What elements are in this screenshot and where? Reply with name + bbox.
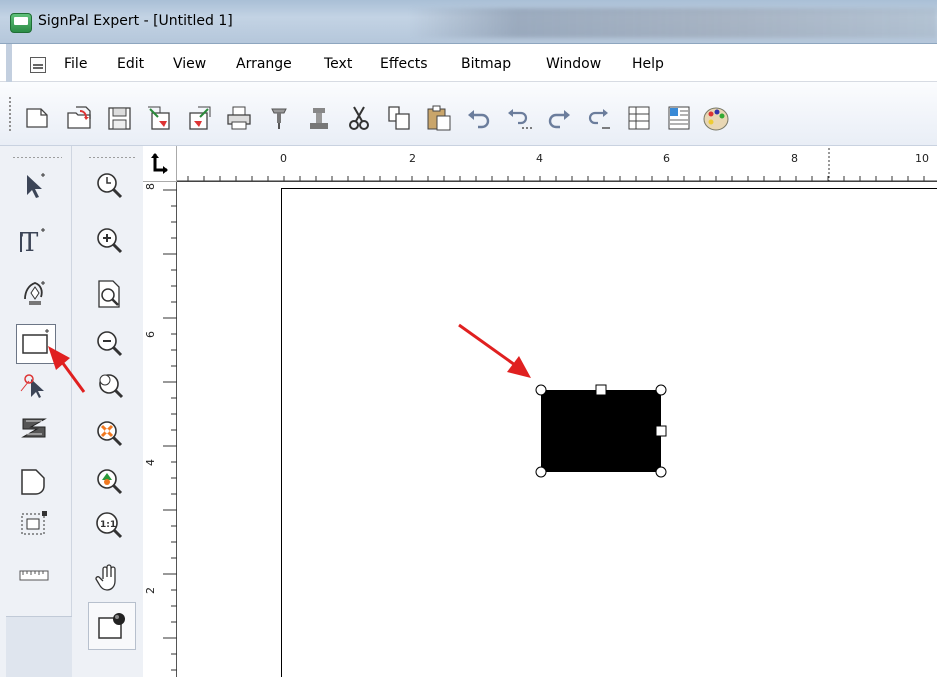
new-file-icon[interactable] [20, 102, 54, 134]
fill-color-icon[interactable] [88, 602, 136, 650]
undo-list-icon[interactable] [502, 102, 536, 134]
drawing-canvas[interactable] [177, 182, 937, 677]
zoom-tools-column: 1:1 [78, 146, 142, 677]
menu-edit[interactable]: Edit [117, 56, 144, 72]
zoom-previous-icon[interactable] [90, 166, 130, 206]
menu-arrange[interactable]: Arrange [236, 56, 292, 72]
plotter-icon[interactable] [302, 102, 336, 134]
vertical-ruler: 8 6 4 2 [143, 182, 177, 677]
toolbar-grip[interactable] [8, 96, 12, 132]
spreadsheet-icon[interactable] [662, 102, 696, 134]
distort-tool-icon[interactable] [14, 408, 54, 448]
undo-icon[interactable] [462, 102, 496, 134]
menu-bar: File Edit View Arrange Text Effects Bitm… [0, 44, 937, 82]
window-title: SignPal Expert - [Untitled 1] [38, 13, 233, 29]
menu-help[interactable]: Help [632, 56, 664, 72]
vruler-label: 4 [144, 459, 157, 466]
hruler-label: 8 [791, 152, 798, 165]
menu-effects[interactable]: Effects [380, 56, 428, 72]
menu-window[interactable]: Window [546, 56, 601, 72]
hruler-label: 6 [663, 152, 670, 165]
resize-handle[interactable] [655, 466, 667, 478]
vruler-label: 6 [144, 331, 157, 338]
resize-handle[interactable] [535, 384, 547, 396]
svg-text:T: T [21, 228, 39, 258]
toolbox: T 1:1 [0, 146, 152, 677]
annotation-arrow [458, 323, 531, 378]
pan-hand-icon[interactable] [90, 558, 130, 598]
ruler-origin-button[interactable] [143, 146, 177, 182]
export-icon[interactable] [182, 102, 216, 134]
document-menu-icon[interactable] [30, 57, 46, 73]
save-icon[interactable] [102, 102, 136, 134]
zoom-fit-icon[interactable] [90, 462, 130, 502]
node-edit-tool-icon[interactable] [14, 366, 54, 406]
pointer-tool-icon[interactable] [14, 166, 54, 206]
resize-handle[interactable] [655, 384, 667, 396]
hruler-label: 0 [280, 152, 287, 165]
rectangle-tool-icon[interactable] [16, 324, 56, 364]
menu-text[interactable]: Text [324, 56, 352, 72]
table-icon[interactable] [622, 102, 656, 134]
copy-icon[interactable] [382, 102, 416, 134]
menu-view[interactable]: View [173, 56, 206, 72]
hruler-label: 10 [915, 152, 929, 165]
redo-icon[interactable] [542, 102, 576, 134]
hruler-label: 4 [536, 152, 543, 165]
drawing-tools-column: T [6, 146, 72, 677]
resize-handle[interactable] [655, 425, 667, 437]
redo-list-icon[interactable] [582, 102, 616, 134]
menu-bitmap[interactable]: Bitmap [461, 56, 511, 72]
selected-rectangle[interactable] [541, 390, 661, 472]
main-toolbar [0, 82, 937, 146]
svg-text:1:1: 1:1 [100, 520, 116, 530]
cut-path-icon[interactable] [262, 102, 296, 134]
zoom-out-icon[interactable] [90, 324, 130, 364]
color-palette-icon[interactable] [700, 102, 730, 134]
shape-tool-icon[interactable] [14, 462, 54, 502]
menu-file[interactable]: File [64, 56, 87, 72]
title-bar: SignPal Expert - [Untitled 1] [0, 0, 937, 44]
zoom-all-icon[interactable] [90, 414, 130, 454]
app-icon[interactable] [10, 13, 32, 33]
vruler-label: 8 [144, 183, 157, 190]
hruler-label: 2 [409, 152, 416, 165]
vruler-label: 2 [144, 587, 157, 594]
bounding-box-tool-icon[interactable] [14, 504, 54, 544]
import-icon[interactable] [142, 102, 176, 134]
text-tool-icon[interactable]: T [14, 221, 54, 261]
paste-icon[interactable] [422, 102, 456, 134]
horizontal-ruler: 0 2 4 6 8 10 [177, 146, 937, 182]
zoom-1-1-icon[interactable]: 1:1 [90, 506, 130, 546]
zoom-page-icon[interactable] [90, 274, 130, 314]
print-icon[interactable] [222, 102, 256, 134]
zoom-selection-icon[interactable] [90, 366, 130, 406]
title-bar-blur [410, 8, 937, 38]
resize-handle[interactable] [535, 466, 547, 478]
pen-tool-icon[interactable] [14, 274, 54, 314]
resize-handle[interactable] [595, 384, 607, 396]
cut-icon[interactable] [342, 102, 376, 134]
open-file-icon[interactable] [62, 102, 96, 134]
ruler-tool-icon[interactable] [14, 556, 54, 596]
zoom-in-icon[interactable] [90, 221, 130, 261]
